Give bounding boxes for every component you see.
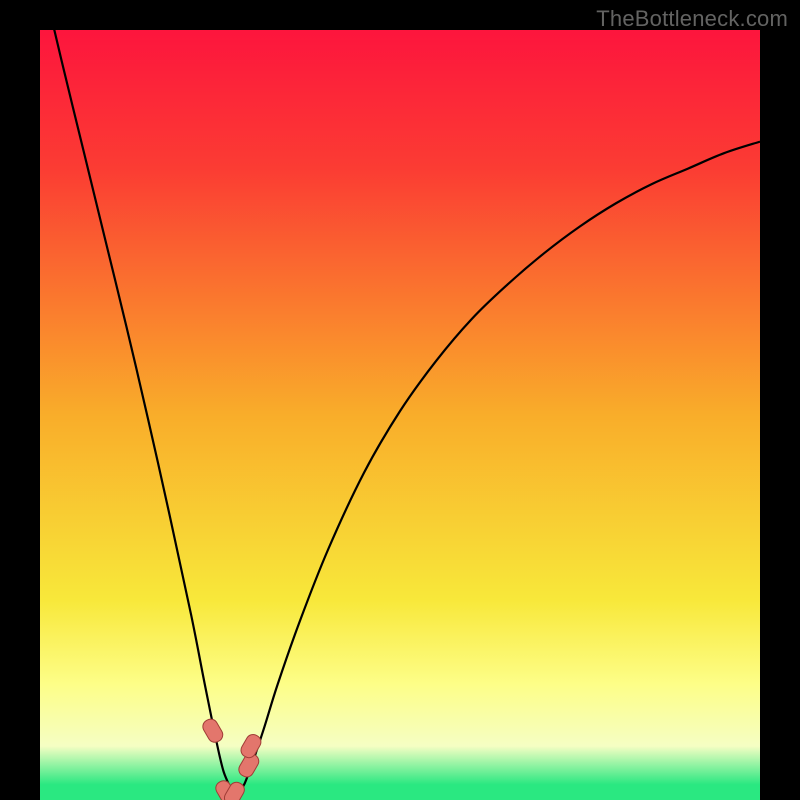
bottleneck-plot: [40, 30, 760, 800]
chart-frame: TheBottleneck.com: [0, 0, 800, 800]
watermark-text: TheBottleneck.com: [596, 6, 788, 32]
